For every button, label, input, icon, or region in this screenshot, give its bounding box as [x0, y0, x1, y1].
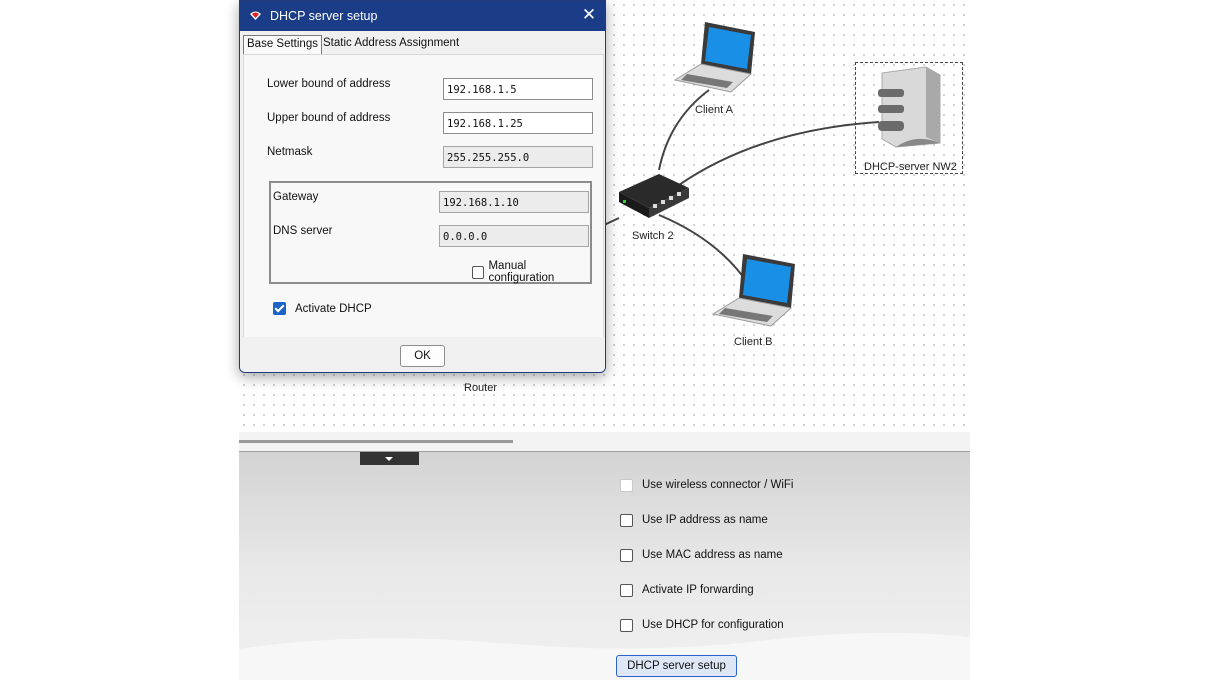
laptop-icon-client-a[interactable]: [671, 18, 757, 96]
server-icon: [878, 66, 941, 148]
checkbox-ip-as-name[interactable]: [620, 513, 633, 527]
dhcp-server-setup-button[interactable]: DHCP server setup: [616, 655, 737, 677]
option-wireless[interactable]: Use wireless connector / WiFi: [620, 477, 793, 493]
dialog-title: DHCP server setup: [270, 9, 378, 23]
option-ip-forwarding[interactable]: Activate IP forwarding: [620, 582, 754, 598]
gateway-label: Gateway: [273, 191, 319, 203]
manual-config-checkbox[interactable]: [472, 265, 485, 279]
link-switch-server: [678, 121, 880, 186]
checkbox-wireless[interactable]: [620, 478, 633, 492]
link-switch-client-a: [658, 89, 710, 171]
label-router: Router: [464, 382, 498, 394]
option-use-dhcp[interactable]: Use DHCP for configuration: [620, 617, 784, 633]
activate-dhcp-label: Activate DHCP: [295, 302, 372, 315]
upper-bound-label: Upper bound of address: [267, 112, 391, 124]
panel-background-wave: [239, 632, 970, 680]
properties-panel: Use wireless connector / WiFi Use IP add…: [239, 451, 970, 680]
option-ip-as-name-label: Use IP address as name: [642, 514, 768, 526]
option-ip-as-name[interactable]: Use IP address as name: [620, 512, 768, 528]
chevron-down-icon: [385, 457, 393, 461]
manual-config-label: Manual configuration: [488, 260, 555, 284]
label-server: DHCP-server NW2: [864, 161, 957, 173]
close-icon[interactable]: ✕: [581, 6, 597, 23]
option-wireless-label: Use wireless connector / WiFi: [642, 479, 794, 491]
activate-dhcp-checkbox[interactable]: [273, 302, 286, 315]
option-use-dhcp-label: Use DHCP for configuration: [642, 619, 784, 631]
option-ip-forwarding-label: Activate IP forwarding: [642, 584, 754, 596]
activate-dhcp-option[interactable]: Activate DHCP: [273, 302, 372, 315]
upper-bound-input[interactable]: 192.168.1.25: [443, 112, 593, 134]
panel-collapse-toggle[interactable]: [360, 452, 419, 465]
netmask-input: 255.255.255.0: [443, 146, 593, 168]
lower-bound-input[interactable]: 192.168.1.5: [443, 78, 593, 100]
option-mac-as-name-label: Use MAC address as name: [642, 549, 783, 561]
lower-bound-label: Lower bound of address: [267, 78, 391, 90]
scrollbar-thumb[interactable]: [239, 440, 513, 443]
dialog-tabs: Base Settings Static Address Assignment: [240, 31, 605, 54]
label-client-a: Client A: [695, 104, 733, 116]
checkbox-use-dhcp[interactable]: [620, 618, 633, 632]
ok-button[interactable]: OK: [400, 345, 445, 367]
dialog-button-bar: OK: [240, 337, 605, 372]
dns-label: DNS server: [273, 225, 333, 237]
tab-base-settings[interactable]: Base Settings: [243, 35, 322, 54]
switch-icon[interactable]: [617, 170, 691, 222]
netmask-label: Netmask: [267, 146, 313, 158]
dns-input: 0.0.0.0: [439, 225, 589, 247]
checkbox-ip-forwarding[interactable]: [620, 583, 633, 597]
dialog-titlebar[interactable]: DHCP server setup ✕: [240, 1, 605, 31]
gateway-input: 192.168.1.10: [439, 191, 589, 213]
app-icon: [250, 11, 261, 20]
label-client-b: Client B: [734, 336, 773, 348]
dhcp-setup-dialog: DHCP server setup ✕ Base Settings Static…: [239, 0, 606, 373]
gateway-dns-group: Gateway 192.168.1.10 DNS server 0.0.0.0 …: [269, 181, 592, 284]
base-settings-panel: Lower bound of address 192.168.1.5 Upper…: [243, 54, 604, 339]
option-mac-as-name[interactable]: Use MAC address as name: [620, 547, 783, 563]
server-node[interactable]: [855, 62, 963, 174]
label-switch: Switch 2: [632, 230, 674, 242]
checkbox-mac-as-name[interactable]: [620, 548, 633, 562]
canvas-horizontal-scrollbar[interactable]: [239, 432, 970, 451]
laptop-icon-client-b[interactable]: [709, 250, 799, 330]
manual-config-option[interactable]: Manual configuration: [472, 260, 590, 284]
tab-static-address-assignment[interactable]: Static Address Assignment: [320, 35, 462, 53]
